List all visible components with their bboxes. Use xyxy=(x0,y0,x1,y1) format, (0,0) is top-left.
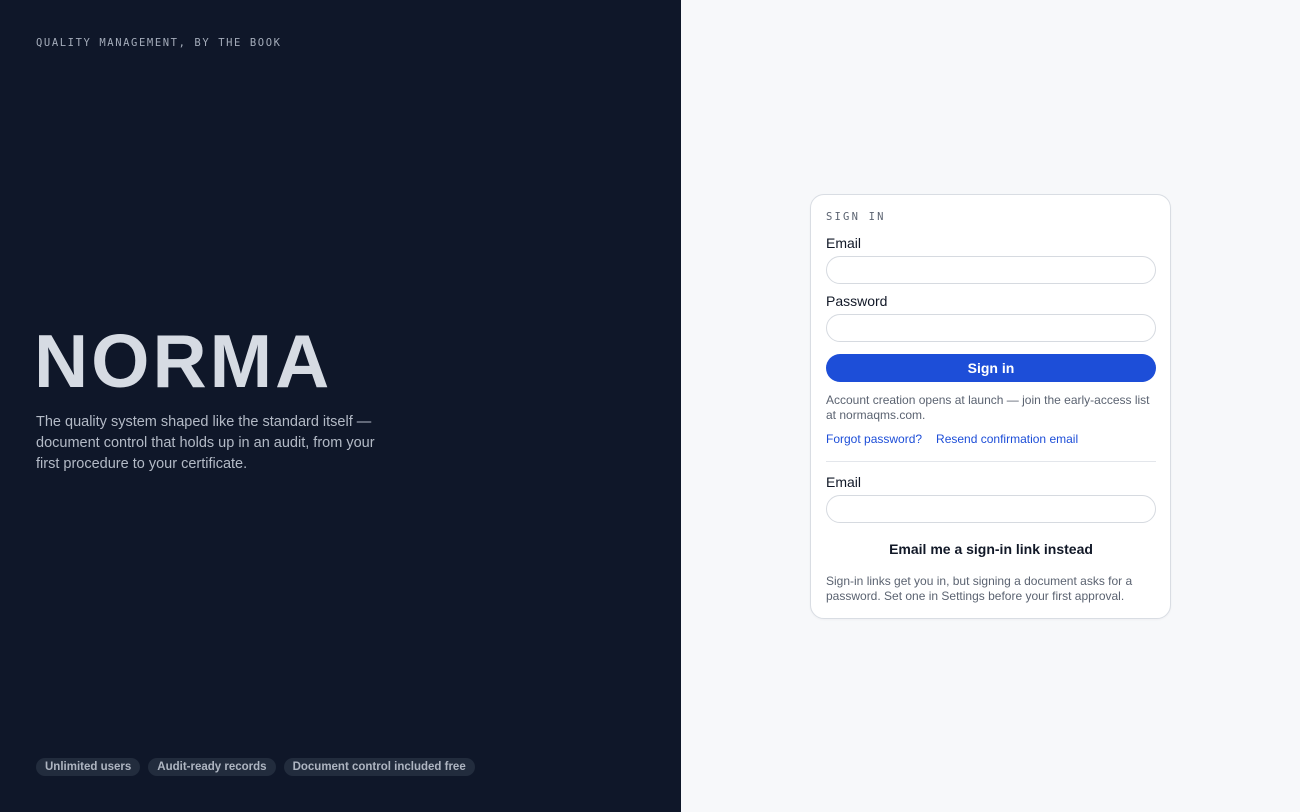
hero-tagline: QUALITY MANAGEMENT, BY THE BOOK xyxy=(36,37,282,49)
signin-heading: SIGN IN xyxy=(826,211,886,223)
hero-panel: QUALITY MANAGEMENT, BY THE BOOK NORMA Th… xyxy=(0,0,681,812)
feature-chip: Unlimited users xyxy=(36,758,141,776)
auth-panel: SIGN IN Email Password Sign in Account c… xyxy=(681,0,1300,812)
resend-confirmation-link[interactable]: Resend confirmation email xyxy=(936,432,1078,446)
password-input[interactable] xyxy=(826,314,1156,342)
signin-card: SIGN IN Email Password Sign in Account c… xyxy=(810,194,1171,619)
feature-chips: Unlimited users Audit-ready records Docu… xyxy=(36,758,475,776)
account-creation-note: Account creation opens at launch — join … xyxy=(826,393,1150,422)
divider xyxy=(826,461,1156,462)
forgot-password-link[interactable]: Forgot password? xyxy=(826,432,922,446)
magic-link-email-input[interactable] xyxy=(826,495,1156,523)
sign-in-link-note: Sign-in links get you in, but signing a … xyxy=(826,574,1133,603)
sign-in-button[interactable]: Sign in xyxy=(826,354,1156,382)
feature-chip: Document control included free xyxy=(283,758,475,776)
hero-description: The quality system shaped like the stand… xyxy=(36,414,375,472)
magic-link-email-label: Email xyxy=(826,474,862,490)
email-input[interactable] xyxy=(826,256,1156,284)
email-label: Email xyxy=(826,235,862,251)
feature-chip: Audit-ready records xyxy=(148,758,276,776)
brand-logo-text: NORMA xyxy=(34,319,333,403)
password-label: Password xyxy=(826,293,888,309)
email-sign-in-link-button[interactable]: Email me a sign-in link instead xyxy=(826,536,1156,562)
auth-links: Forgot password? Resend confirmation ema… xyxy=(826,432,1078,446)
